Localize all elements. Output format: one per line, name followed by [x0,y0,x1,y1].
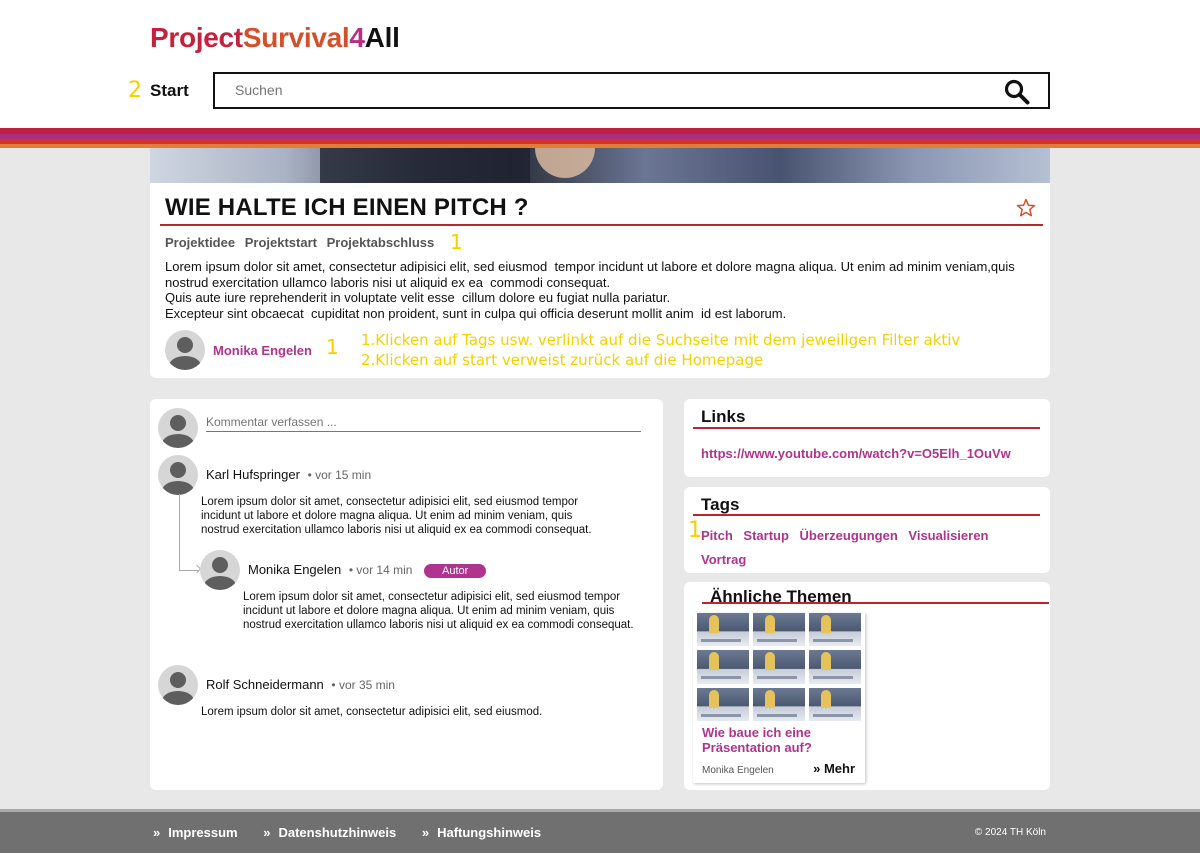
comment-time: • vor 14 min [348,563,413,577]
start-link[interactable]: Start [150,81,189,101]
copyright: © 2024 TH Köln [974,827,1046,838]
double-chevron-right-icon: » [263,825,271,840]
comment-text: Lorem ipsum dolor sit amet, consectetur … [243,591,634,631]
author-badge: Autor [424,564,487,578]
comments-card: Karl Hufspringer • vor 15 min Lorem ipsu… [150,399,663,790]
thumbnail-image [809,687,861,721]
avatar [158,408,198,448]
avatar[interactable] [165,330,205,370]
article-paragraph: Excepteur sint obcaecat cupiditat non pr… [165,305,787,321]
comment-time: • vor 15 min [307,468,372,482]
phase-tags: Projektidee Projektstart Projektabschlus… [165,235,440,250]
search-bar [213,72,1050,109]
article-body: Lorem ipsum dolor sit amet, consectetur … [165,259,1045,321]
avatar [158,665,198,705]
thumbnail-image [753,650,805,684]
comment-header: Karl Hufspringer • vor 15 min [206,467,371,482]
avatar [158,455,198,495]
tag-link[interactable]: Visualisieren [908,528,988,543]
search-icon[interactable] [1004,79,1030,105]
footer-links: » Impressum » Datenshutzhinweis » Haftungsh… [153,825,563,840]
thumbnail-image [697,613,749,647]
footer-link-haftung[interactable]: » Haftungshinweis [422,825,541,840]
comment-header: Monika Engelen • vor 14 min Autor [248,562,487,578]
footer-link-label: Datenshutzhinweis [278,825,397,840]
tags-divider [693,514,1040,516]
logo[interactable]: ProjectSurvival4All [150,22,400,54]
annotation-number-start: 2 [128,78,142,103]
star-icon[interactable] [1016,198,1036,218]
author-name-link[interactable]: Monika Engelen [213,343,312,358]
comment-text: Lorem ipsum dolor sit amet, consectetur … [201,706,543,718]
article-paragraph: Lorem ipsum dolor sit amet, consectetur … [165,259,1019,290]
hero-image-detail [535,148,595,178]
annotation-note: 1.Klicken auf Tags usw. verlinkt auf die… [361,330,960,370]
tag-link[interactable]: Überzeugungen [800,528,898,543]
reply-thread-line [179,494,199,571]
themes-divider [702,602,1049,604]
similar-themes-title: Ähnliche Themen [710,587,852,606]
tags-card: Tags Pitch Startup Überzeugungen Visuali… [684,487,1050,573]
links-divider [693,427,1040,429]
theme-title[interactable]: Wie baue ich eine Präsentation auf? [702,725,852,755]
annotation-line: 2.Klicken auf start verweist zurück auf … [361,351,764,369]
footer-link-label: Impressum [168,825,238,840]
thumbnail-image [753,687,805,721]
hero-image-detail [320,148,530,183]
tags-title: Tags [701,495,740,514]
thumbnail-image [753,613,805,647]
comment-header: Rolf Schneidermann • vor 35 min [206,677,395,692]
footer: » Impressum » Datenshutzhinweis » Haftungsh… [0,809,1200,853]
phase-tag[interactable]: Projektstart [245,235,317,250]
comment-time: • vor 35 min [331,678,395,692]
annotation-line: 1.Klicken auf Tags usw. verlinkt auf die… [361,331,961,349]
tag-link[interactable]: Startup [743,528,789,543]
avatar [200,550,240,590]
logo-part-all: All [364,22,400,53]
comment-input[interactable] [206,415,641,432]
header: ProjectSurvival4All 2 Start [0,0,1200,128]
theme-author: Monika Engelen [702,765,774,776]
annotation-number-tags: 1 [688,518,702,543]
logo-part-survival: Survival [242,22,350,53]
annotation-number-phase: 1 [450,230,463,254]
theme-thumbnail [697,613,861,721]
comment-author[interactable]: Monika Engelen [248,562,341,577]
phase-tag[interactable]: Projektidee [165,235,235,250]
double-chevron-right-icon: » [813,761,821,776]
logo-part-4: 4 [349,22,365,53]
thumbnail-image [697,650,749,684]
footer-link-impressum[interactable]: » Impressum [153,825,238,840]
hero-image [150,148,1050,183]
theme-tile[interactable]: Wie baue ich eine Präsentation auf? Moni… [693,613,865,783]
article-paragraph: Quis aute iure reprehenderit in voluptat… [165,290,671,305]
thumbnail-image [809,650,861,684]
thumbnail-image [697,687,749,721]
comment-author[interactable]: Karl Hufspringer [206,467,300,482]
article-title: WIE HALTE ICH EINEN PITCH ? [165,194,529,221]
thumbnail-image [809,613,861,647]
links-card: Links https://www.youtube.com/watch?v=O5… [684,399,1050,477]
phase-tag[interactable]: Projektabschluss [327,235,435,250]
tag-link[interactable]: Pitch [701,528,733,543]
more-button[interactable]: » Mehr [813,761,855,776]
youtube-link[interactable]: https://www.youtube.com/watch?v=O5Elh_1O… [701,446,1011,461]
footer-link-datenschutz[interactable]: » Datenshutzhinweis [263,825,396,840]
annotation-number-author: 1 [326,335,339,359]
search-input[interactable] [235,82,975,98]
footer-link-label: Haftungshinweis [437,825,542,840]
more-label: Mehr [823,761,855,776]
comment-text: Lorem ipsum dolor sit amet, consectetur … [201,496,592,536]
title-divider [160,224,1043,226]
comment-author[interactable]: Rolf Schneidermann [206,677,324,692]
tag-list: Pitch Startup Überzeugungen Visualisiere… [701,524,1031,572]
links-title: Links [701,407,746,426]
double-chevron-right-icon: » [153,825,161,840]
double-chevron-right-icon: » [421,825,430,840]
logo-part-project: Project [150,22,243,53]
similar-themes-card: Ähnliche Themen Wie baue ich eine Präsen… [684,582,1050,790]
tag-link[interactable]: Vortrag [701,552,746,567]
